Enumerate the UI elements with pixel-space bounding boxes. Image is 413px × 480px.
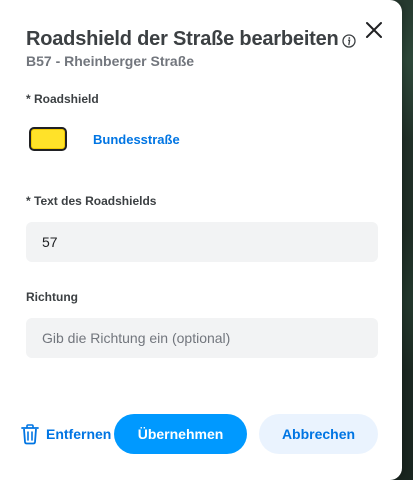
street-name: B57 - Rheinberger Straße <box>26 53 195 69</box>
shield-text-input[interactable] <box>26 222 378 262</box>
close-button[interactable] <box>362 18 386 42</box>
edit-roadshield-dialog: Roadshield der Straße bearbeiten B57 - R… <box>0 0 402 480</box>
roadshield-type-link[interactable]: Bundesstraße <box>93 132 180 147</box>
dialog-title: Roadshield der Straße bearbeiten <box>26 28 339 50</box>
shield-text-label: * Text des Roadshields <box>26 194 157 208</box>
roadshield-preview[interactable] <box>29 127 67 151</box>
delete-button[interactable]: Entfernen <box>20 423 111 445</box>
info-icon[interactable] <box>341 34 356 48</box>
close-icon <box>366 22 382 38</box>
roadshield-selector[interactable]: Bundesstraße <box>29 127 180 151</box>
cancel-button[interactable]: Abbrechen <box>259 414 378 454</box>
apply-button[interactable]: Übernehmen <box>114 414 247 454</box>
delete-label: Entfernen <box>46 426 112 442</box>
direction-label: Richtung <box>26 290 78 304</box>
dialog-header: Roadshield der Straße bearbeiten <box>26 28 356 51</box>
direction-input[interactable] <box>26 318 378 358</box>
trash-icon <box>21 424 39 445</box>
roadshield-label: * Roadshield <box>26 92 99 106</box>
